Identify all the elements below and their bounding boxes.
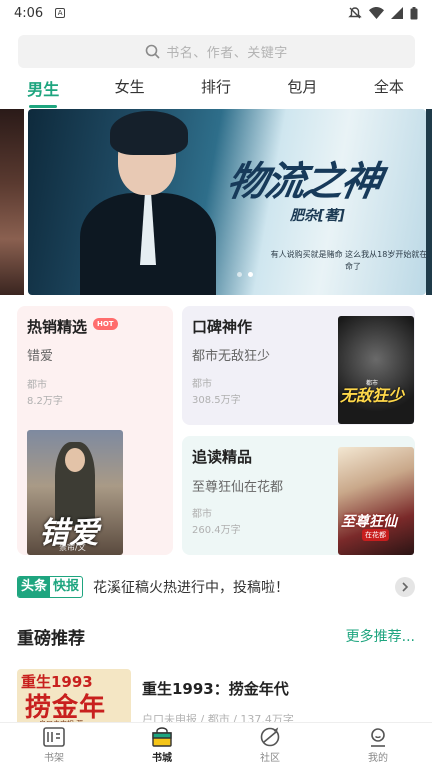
- cover-title: 至尊狂仙: [341, 514, 397, 530]
- cuoai-cover[interactable]: 错爱 景帘/文: [27, 430, 123, 555]
- app-notification-icon: A: [55, 8, 66, 18]
- bookstore-icon: [151, 727, 173, 747]
- search-bar[interactable]: 书名、作者、关键字: [18, 35, 415, 68]
- news-tag-headline: 头条: [18, 577, 51, 597]
- tab-monthly[interactable]: 包月: [259, 76, 345, 102]
- hot-picks-title: 热销精选: [27, 318, 88, 336]
- tab-male[interactable]: 男生: [0, 76, 86, 108]
- hot-badge: HOT: [93, 318, 118, 330]
- zhizun-cover[interactable]: 至尊狂仙 在花都: [338, 447, 414, 555]
- nav-bookstore[interactable]: 书城: [108, 723, 216, 768]
- community-icon: [259, 727, 281, 747]
- nav-profile[interactable]: 我的: [324, 723, 432, 768]
- banner-title: 物流之神: [223, 159, 384, 205]
- reputation-category: 都市: [192, 379, 212, 390]
- nav-bookstore-label: 书城: [152, 753, 172, 764]
- reputation-book-name: 都市无敌狂少: [192, 349, 271, 364]
- tab-female[interactable]: 女生: [86, 76, 172, 102]
- banner-slide[interactable]: 物流之神 肥杂[著] 有人说购买就是赌命 这么我从18岁开始就在赌命了: [28, 109, 426, 295]
- news-text[interactable]: 花溪征稿火热进行中，投稿啦！: [93, 577, 289, 597]
- profile-icon: [367, 727, 389, 747]
- status-icons: [348, 6, 418, 20]
- more-recommendations-link[interactable]: 更多推荐...: [346, 626, 415, 646]
- chevron-right-icon[interactable]: [395, 577, 415, 597]
- nav-bookshelf[interactable]: 书架: [0, 723, 108, 768]
- section-title: 重磅推荐: [17, 629, 85, 649]
- bottom-navigation: 书架 书城 社区 我的: [0, 722, 432, 768]
- wifi-icon: [369, 7, 384, 19]
- news-tag-flash: 快报: [53, 579, 80, 594]
- banner-next-peek: [426, 109, 432, 295]
- nav-profile-label: 我的: [368, 753, 388, 764]
- hot-picks-word-count: 8.2万字: [27, 396, 63, 407]
- category-tabs: 男生 女生 排行 包月 全本: [0, 76, 432, 108]
- battery-icon: [410, 6, 418, 20]
- reputation-word-count: 308.5万字: [192, 395, 241, 406]
- hot-picks-category: 都市: [27, 380, 47, 391]
- banner-author: 肥杂[著]: [290, 208, 345, 224]
- search-icon: [145, 44, 160, 59]
- cover-figure-face: [65, 448, 85, 472]
- bookshelf-icon: [43, 727, 65, 747]
- banner-prev-peek: [0, 109, 24, 295]
- hot-picks-book-name: 错爱: [27, 349, 54, 364]
- status-bar: 4:06 A: [0, 0, 432, 26]
- signal-icon: [391, 7, 403, 19]
- tab-completed[interactable]: 全本: [346, 76, 432, 102]
- nav-bookshelf-label: 书架: [44, 753, 64, 764]
- banner-dot-2[interactable]: [248, 272, 253, 277]
- tab-ranking[interactable]: 排行: [173, 76, 259, 102]
- search-placeholder: 书名、作者、关键字: [166, 46, 288, 61]
- nav-community-label: 社区: [260, 753, 280, 764]
- cover-title: 无敌狂少: [340, 386, 405, 405]
- nav-community[interactable]: 社区: [216, 723, 324, 768]
- news-tag: 头条 快报: [17, 576, 84, 598]
- banner-carousel[interactable]: 物流之神 肥杂[著] 有人说购买就是赌命 这么我从18岁开始就在赌命了: [0, 109, 432, 295]
- banner-dot-1[interactable]: [237, 272, 242, 277]
- banner-figure-hair: [110, 111, 188, 155]
- banner-tagline: 有人说购买就是赌命 这么我从18岁开始就在赌命了: [270, 250, 426, 271]
- cover-author: 景帘/文: [59, 543, 86, 552]
- chase-read-word-count: 260.4万字: [192, 525, 241, 536]
- status-time: 4:06: [14, 5, 44, 21]
- news-bar[interactable]: 头条 快报 花溪征稿火热进行中，投稿啦！: [17, 574, 415, 600]
- cover-badge: 在花都: [362, 529, 389, 541]
- chase-read-category: 都市: [192, 509, 212, 520]
- reputation-title: 口碑神作: [192, 318, 253, 336]
- banner-pagination: [237, 272, 253, 277]
- chase-read-title: 追读精品: [192, 448, 253, 466]
- chase-read-book-name: 至尊狂仙在花都: [192, 480, 284, 495]
- wudi-cover[interactable]: 都市 无敌狂少: [338, 316, 414, 424]
- mute-icon: [348, 6, 362, 20]
- featured-book-title[interactable]: 重生1993：捞金年代: [142, 678, 289, 699]
